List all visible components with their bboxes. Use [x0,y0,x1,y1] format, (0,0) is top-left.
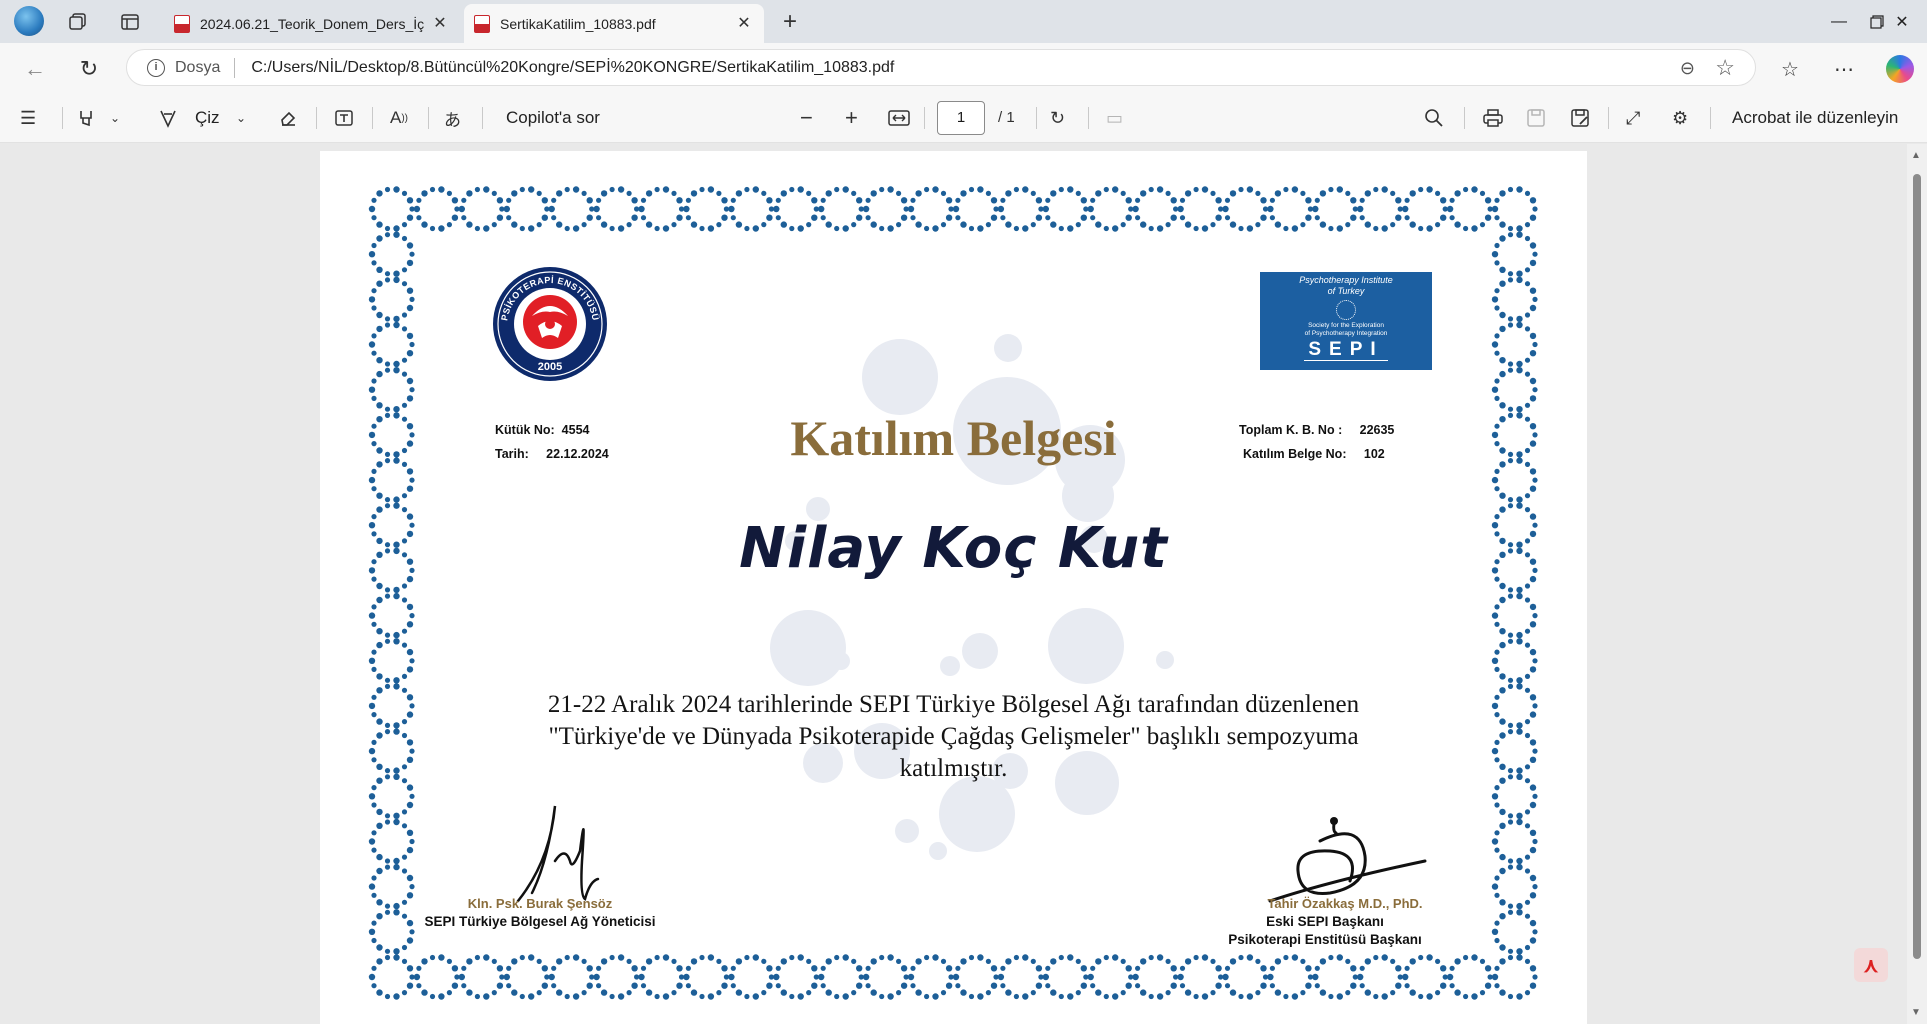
protocol-label: Dosya [175,58,221,76]
profile-avatar-icon[interactable] [14,6,44,36]
workspaces-icon[interactable] [64,8,92,36]
zoom-in-icon[interactable]: + [845,103,858,133]
close-tab-icon[interactable]: ✕ [734,14,754,34]
close-window-icon[interactable]: ✕ [1877,0,1927,43]
divider [316,107,317,129]
tab-actions-icon[interactable] [116,8,144,36]
certificate-body: 21-22 Aralık 2024 tarihlerinde SEPI Türk… [490,689,1417,785]
chevron-down-icon[interactable]: ⌄ [236,103,246,133]
right-signer-name: Tahir Özakkaş M.D., PhD. [1267,896,1423,911]
favorites-icon[interactable]: ☆ [1774,53,1806,85]
certificate-title: Katılım Belgesi [790,410,1117,466]
scroll-up-icon[interactable]: ▲ [1911,150,1921,161]
highlight-icon[interactable] [76,103,96,133]
tab-sertifika-pdf[interactable]: SertikaKatilim_10883.pdf ✕ [464,4,764,43]
left-signer-name: Kln. Psk. Burak Şensöz [467,896,613,911]
sepi-logo-line3: Society for the Exploration [1308,322,1384,329]
right-signer-role-2: Psikoterapi Enstitüsü Başkanı [1228,932,1422,947]
body-line-1: 21-22 Aralık 2024 tarihlerinde SEPI Türk… [547,691,1360,718]
acrobat-icon[interactable]: ⋏ [1854,948,1888,982]
right-signer-role-1: Eski SEPI Başkanı [1266,914,1384,929]
page-total: / 1 [998,109,1015,126]
sepi-logo-line4: of Psychotherapy Integration [1304,330,1388,337]
divider [1036,107,1037,129]
tab-title: 2024.06.21_Teorik_Donem_Ders_İç [200,15,425,32]
zoom-out-icon[interactable]: − [800,103,813,133]
vertical-scrollbar[interactable]: ▲ ▼ [1907,144,1927,1024]
more-menu-icon[interactable]: ⋯ [1828,53,1860,85]
minimize-icon[interactable]: — [1814,0,1864,43]
sepi-acronym: SEPI [1304,340,1388,361]
divider [1088,107,1089,129]
draw-label[interactable]: Çiz [195,103,220,133]
print-icon[interactable] [1482,103,1504,133]
divider [482,107,483,129]
divider [234,57,236,78]
search-icon[interactable] [1424,103,1444,133]
back-icon[interactable]: ← [20,54,50,84]
zoom-out-icon[interactable]: ⊖ [1680,58,1695,79]
address-bar[interactable]: i Dosya C:/Users/NİL/Desktop/8.Bütüncül%… [126,49,1756,86]
recipient-name: Nilay Koç Kut [739,516,1168,581]
pdf-viewer[interactable]: 2005 PSİKOTERAPİ ENSTİTÜSÜ Psychotherapy… [0,144,1927,1024]
translate-icon[interactable]: あ [444,103,461,133]
refresh-icon[interactable]: ↻ [74,54,104,84]
draw-icon[interactable] [158,103,178,133]
left-signer-role: SEPI Türkiye Bölgesel Ağ Yöneticisi [424,914,656,929]
divider [1608,107,1609,129]
favorite-star-icon[interactable]: ☆ [1715,55,1735,81]
eraser-icon[interactable] [278,103,298,133]
tab-ders-pdf[interactable]: 2024.06.21_Teorik_Donem_Ders_İç ✕ [164,4,460,43]
divider [372,107,373,129]
eu-stars-icon [1336,300,1356,320]
pdf-toolbar: ☰ ⌄ Çiz ⌄ A)) あ Copilot'a sor − + 1 / 1 … [0,93,1927,143]
page-number-input[interactable]: 1 [937,101,985,135]
divider [1464,107,1465,129]
new-tab-icon[interactable]: + [776,8,804,36]
certificate-page: 2005 PSİKOTERAPİ ENSTİTÜSÜ Psychotherapy… [320,151,1587,1024]
logo-year: 2005 [538,361,562,373]
divider [428,107,429,129]
settings-gear-icon[interactable]: ⚙ [1672,103,1688,133]
full-screen-icon[interactable]: ⤢ [1626,103,1640,133]
save-as-icon[interactable] [1570,103,1590,133]
scrollbar-thumb[interactable] [1913,174,1921,959]
left-signature-image [516,805,600,903]
divider [924,107,925,129]
pdf-file-icon [474,14,490,33]
sepi-logo-line2: of Turkey [1327,286,1365,296]
info-icon[interactable]: i [147,58,165,77]
page-view-icon[interactable]: ▭ [1106,103,1123,133]
tab-strip: 2024.06.21_Teorik_Donem_Ders_İç ✕ Sertik… [0,0,1927,43]
pdf-file-icon [174,14,190,33]
close-tab-icon[interactable]: ✕ [430,14,450,34]
read-aloud-icon[interactable]: A)) [390,103,408,133]
psikoterapi-enstitusu-logo: 2005 PSİKOTERAPİ ENSTİTÜSÜ [493,267,607,381]
sepi-logo-line1: Psychotherapy Institute [1299,275,1393,285]
copilot-ask-button[interactable]: Copilot'a sor [506,103,600,133]
tab-title: SertikaKatilim_10883.pdf [500,15,656,32]
contents-list-icon[interactable]: ☰ [20,103,36,133]
scroll-down-icon[interactable]: ▼ [1911,1007,1921,1018]
text-box-icon[interactable] [334,103,354,133]
save-icon[interactable] [1526,103,1546,133]
url-text[interactable]: C:/Users/NİL/Desktop/8.Bütüncül%20Kongre… [251,59,894,77]
divider [62,107,63,129]
chevron-down-icon[interactable]: ⌄ [110,103,120,133]
copilot-icon[interactable] [1884,53,1916,85]
body-line-3: katılmıştır. [899,755,1008,782]
body-line-2: "Türkiye'de ve Dünyada Psikoterapide Çağ… [548,723,1359,750]
acrobat-edit-button[interactable]: Acrobat ile düzenleyin [1732,103,1898,133]
rotate-icon[interactable]: ↻ [1050,103,1065,133]
divider [1710,107,1711,129]
sepi-logo: Psychotherapy Institute of Turkey Society… [1260,272,1432,370]
navigation-bar: ← ↻ i Dosya C:/Users/NİL/Desktop/8.Bütün… [0,43,1927,93]
fit-width-icon[interactable] [888,103,910,133]
